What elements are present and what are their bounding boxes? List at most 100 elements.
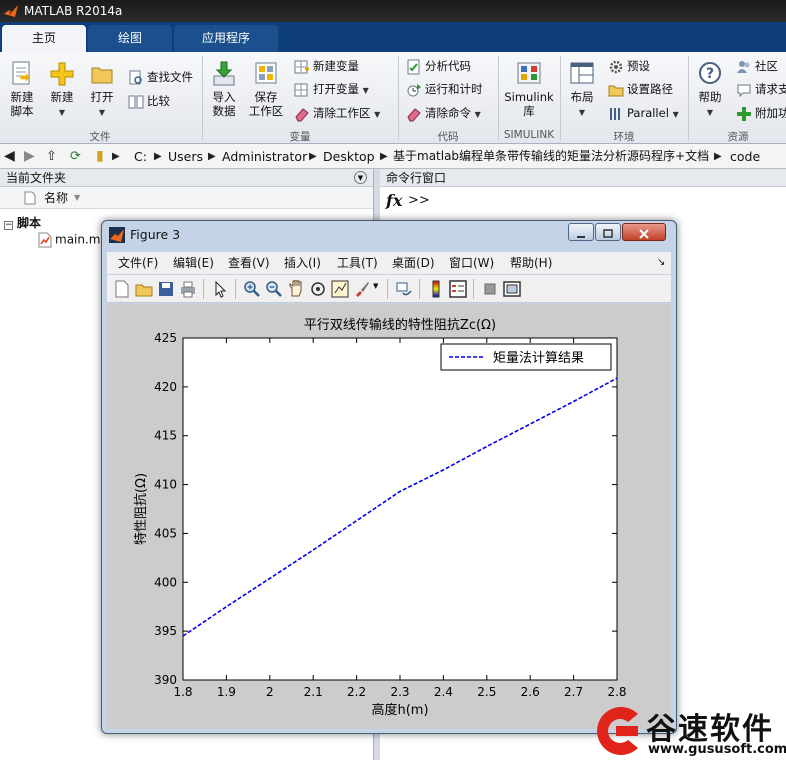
add-ons-button[interactable]: 附加功 bbox=[736, 104, 786, 122]
menu-file[interactable]: 文件(F) bbox=[118, 252, 158, 274]
save-workspace-button[interactable]: 保存 工作区 bbox=[246, 60, 286, 118]
menu-window[interactable]: 窗口(W) bbox=[449, 252, 494, 274]
open-button[interactable]: 打开 ▼ bbox=[84, 60, 120, 120]
new-plus-icon bbox=[50, 62, 74, 86]
simulink-label-1: Simulink bbox=[504, 90, 554, 104]
layout-button[interactable]: 布局 ▼ bbox=[564, 60, 600, 120]
help-button[interactable]: ? 帮助 ▼ bbox=[692, 60, 728, 120]
chevron-down-icon[interactable]: ▼ bbox=[373, 282, 378, 290]
ribbon-tab-bar: 主页 绘图 应用程序 bbox=[0, 22, 786, 52]
clear-workspace-button[interactable]: 清除工作区 ▼ bbox=[294, 104, 380, 122]
menu-tools[interactable]: 工具(T) bbox=[337, 252, 378, 274]
collapse-icon[interactable]: − bbox=[4, 221, 13, 230]
y-tick-label: 420 bbox=[154, 380, 177, 394]
figure-matlab-icon bbox=[109, 227, 125, 243]
breadcrumb-administrator[interactable]: Administrator bbox=[222, 144, 307, 169]
menu-edit[interactable]: 编辑(E) bbox=[173, 252, 214, 274]
rotate-3d-icon[interactable] bbox=[309, 280, 327, 298]
breadcrumb-code[interactable]: code bbox=[730, 144, 760, 169]
back-arrow-icon[interactable]: ◀ bbox=[4, 144, 15, 169]
pan-hand-icon[interactable] bbox=[287, 280, 305, 298]
x-tick-label: 2.6 bbox=[521, 685, 540, 699]
link-plot-icon[interactable] bbox=[395, 280, 413, 298]
axes-box bbox=[182, 337, 618, 681]
figure-toolbar: ▼ bbox=[107, 275, 671, 303]
save-workspace-label-1: 保存 bbox=[254, 90, 278, 104]
breadcrumb-separator: ▶ bbox=[309, 151, 317, 162]
zoom-out-icon[interactable] bbox=[265, 280, 283, 298]
matlab-title-bar: MATLAB R2014a bbox=[0, 0, 786, 22]
current-folder-header: 当前文件夹 ▼ bbox=[0, 169, 373, 187]
colorbar-icon[interactable] bbox=[427, 280, 445, 298]
new-variable-button[interactable]: 新建变量 bbox=[294, 57, 359, 75]
compare-icon bbox=[128, 95, 144, 108]
open-file-icon[interactable] bbox=[135, 280, 153, 298]
breadcrumb-separator: ▶ bbox=[714, 151, 722, 162]
breadcrumb-project-folder[interactable]: 基于matlab编程单条带传输线的矩量法分析源码程序+文档 bbox=[393, 144, 709, 169]
browse-folder-icon[interactable]: ⟳ bbox=[70, 144, 81, 169]
dock-arrow-icon[interactable]: ↘ bbox=[657, 252, 665, 274]
open-variable-button[interactable]: 打开变量 ▼ bbox=[294, 80, 369, 98]
tab-apps[interactable]: 应用程序 bbox=[174, 25, 278, 52]
breadcrumb-users[interactable]: Users bbox=[168, 144, 203, 169]
print-icon[interactable] bbox=[179, 280, 197, 298]
maximize-button[interactable] bbox=[595, 223, 621, 241]
figure-menu-bar: 文件(F) 编辑(E) 查看(V) 插入(I) 工具(T) 桌面(D) 窗口(W… bbox=[107, 252, 671, 274]
new-figure-icon[interactable] bbox=[113, 280, 131, 298]
menu-help[interactable]: 帮助(H) bbox=[510, 252, 552, 274]
hide-plot-tools-icon[interactable] bbox=[481, 280, 499, 298]
analyze-code-button[interactable]: 分析代码 bbox=[406, 57, 471, 75]
name-column-header[interactable]: 名称 bbox=[44, 187, 68, 209]
column-header-row: 名称 ▼ bbox=[0, 187, 373, 209]
import-data-button[interactable]: 导入 数据 bbox=[206, 60, 242, 118]
x-axis-label: 高度h(m) bbox=[371, 702, 428, 718]
legend-icon[interactable] bbox=[449, 280, 467, 298]
menu-insert[interactable]: 插入(I) bbox=[284, 252, 321, 274]
eraser-icon bbox=[407, 107, 421, 121]
simulink-library-button[interactable]: Simulink 库 bbox=[503, 60, 555, 118]
watermark-url: www.gususoft.com bbox=[648, 742, 786, 757]
compare-button[interactable]: 比较 bbox=[128, 92, 170, 110]
clear-commands-button[interactable]: 清除命令 ▼ bbox=[406, 104, 481, 122]
save-icon[interactable] bbox=[157, 280, 175, 298]
set-path-button[interactable]: 设置路径 bbox=[608, 80, 673, 98]
run-and-time-button[interactable]: 运行和计时 bbox=[406, 80, 483, 98]
pointer-icon[interactable] bbox=[211, 280, 229, 298]
community-button[interactable]: 社区 bbox=[736, 57, 778, 75]
minimize-icon bbox=[577, 236, 585, 238]
data-cursor-icon[interactable] bbox=[331, 280, 349, 298]
up-folder-icon[interactable]: ⇧ bbox=[46, 144, 57, 169]
panel-menu-icon[interactable]: ▼ bbox=[354, 171, 367, 184]
menu-view[interactable]: 查看(V) bbox=[228, 252, 270, 274]
chart-title: 平行双线传输线的特性阻抗Zc(Ω) bbox=[304, 317, 496, 333]
community-icon bbox=[737, 60, 750, 73]
fx-function-icon[interactable]: fx bbox=[386, 191, 402, 210]
environment-group-label: 环境 bbox=[613, 131, 635, 143]
find-files-button[interactable]: 查找文件 bbox=[128, 68, 193, 86]
breadcrumb-desktop[interactable]: Desktop bbox=[323, 144, 375, 169]
y-tick-label: 415 bbox=[154, 429, 177, 443]
zoom-in-icon[interactable] bbox=[243, 280, 261, 298]
request-support-button[interactable]: 请求支 bbox=[736, 80, 786, 98]
y-tick-label: 395 bbox=[154, 624, 177, 638]
minimize-button[interactable] bbox=[568, 223, 594, 241]
brush-icon[interactable] bbox=[353, 280, 371, 298]
close-button[interactable] bbox=[622, 223, 666, 241]
request-support-label: 请求支 bbox=[755, 82, 786, 96]
new-button[interactable]: 新建 ▼ bbox=[44, 60, 80, 120]
tab-home[interactable]: 主页 bbox=[2, 25, 86, 52]
matlab-logo-icon bbox=[4, 5, 18, 17]
new-script-button[interactable]: 新建 脚本 bbox=[4, 60, 40, 118]
menu-desktop[interactable]: 桌面(D) bbox=[392, 252, 435, 274]
tab-plots[interactable]: 绘图 bbox=[88, 25, 172, 52]
group-row-scripts[interactable]: − 脚本 bbox=[4, 214, 41, 231]
figure-title-bar[interactable]: Figure 3 bbox=[102, 221, 676, 249]
show-plot-tools-icon[interactable] bbox=[503, 280, 521, 298]
preferences-button[interactable]: 预设 bbox=[608, 57, 650, 75]
file-row-main[interactable]: main.m bbox=[38, 232, 101, 248]
parallel-button[interactable]: Parallel ▼ bbox=[608, 104, 679, 122]
breadcrumb-drive[interactable]: C: bbox=[134, 144, 147, 169]
forward-arrow-icon[interactable]: ▶ bbox=[24, 144, 35, 169]
command-prompt[interactable]: >> bbox=[408, 193, 430, 208]
ribbon-divider bbox=[202, 56, 203, 140]
